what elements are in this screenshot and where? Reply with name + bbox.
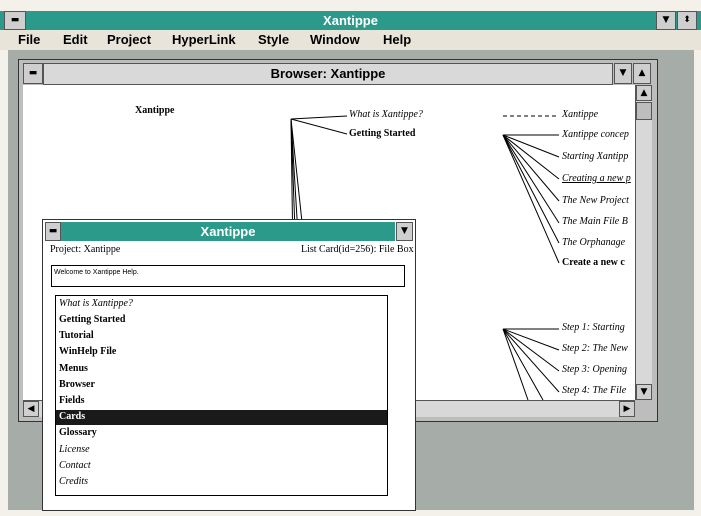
node-right-top-2[interactable]: Starting Xantipp [562, 151, 628, 162]
menu-style[interactable]: Style [258, 32, 289, 47]
node-right-top-7[interactable]: Create a new c [562, 257, 625, 268]
card-project-label: Project: Xantippe [50, 244, 121, 255]
menu-window[interactable]: Window [310, 32, 360, 47]
list-selection-highlight [56, 410, 387, 425]
system-menu-icon[interactable]: ▬ [4, 11, 26, 30]
minimize-icon[interactable]: ▼ [656, 11, 676, 30]
card-system-menu-icon[interactable]: ▬ [45, 222, 61, 241]
list-item[interactable]: Getting Started [59, 314, 125, 325]
node-right-top-3[interactable]: Creating a new p [562, 173, 631, 184]
browser-system-menu-icon[interactable]: ▬ [23, 63, 43, 84]
node-right-bottom-1[interactable]: Step 2: The New [562, 343, 628, 354]
list-item[interactable]: Contact [59, 460, 91, 471]
list-item[interactable]: Browser [59, 379, 95, 390]
list-item[interactable]: Fields [59, 395, 85, 406]
node-getting-started[interactable]: Getting Started [349, 128, 415, 139]
node-root[interactable]: Xantippe [135, 105, 174, 116]
scroll-down-icon[interactable]: ▼ [636, 384, 652, 400]
list-item[interactable]: What is Xantippe? [59, 298, 133, 309]
browser-maximize-icon[interactable]: ▲ [633, 63, 651, 84]
browser-minimize-icon[interactable]: ▼ [614, 63, 632, 84]
card-title-bar[interactable]: Xantippe [61, 222, 395, 241]
card-minimize-icon[interactable]: ▼ [396, 222, 413, 241]
scroll-left-icon[interactable]: ◀ [23, 401, 39, 417]
list-item[interactable]: License [59, 444, 90, 455]
restore-icon[interactable]: ⬍ [677, 11, 697, 30]
list-item[interactable]: Glossary [59, 427, 97, 438]
menu-edit[interactable]: Edit [63, 32, 88, 47]
list-item[interactable]: WinHelp File [59, 346, 116, 357]
menu-project[interactable]: Project [107, 32, 151, 47]
card-list-box[interactable]: What is Xantippe? Getting Started Tutori… [55, 295, 388, 496]
scroll-thumb[interactable] [636, 102, 652, 120]
node-right-bottom-0[interactable]: Step 1: Starting [562, 322, 625, 333]
browser-title-bar[interactable]: Browser: Xantippe [43, 63, 613, 85]
card-id-label: List Card(id=256): File Box [301, 244, 414, 255]
list-item[interactable]: Cards [59, 411, 85, 422]
node-right-bottom-2[interactable]: Step 3: Opening [562, 364, 627, 375]
menu-file[interactable]: File [18, 32, 40, 47]
scroll-right-icon[interactable]: ▶ [619, 401, 635, 417]
menu-hyperlink[interactable]: HyperLink [172, 32, 236, 47]
list-item[interactable]: Tutorial [59, 330, 94, 341]
list-item[interactable]: Menus [59, 363, 88, 374]
menu-help[interactable]: Help [383, 32, 411, 47]
card-title: Xantippe [200, 224, 256, 239]
node-right-top-4[interactable]: The New Project [562, 195, 629, 206]
main-title: Xantippe [323, 13, 378, 28]
menu-bar: File Edit Project HyperLink Style Window… [0, 30, 701, 50]
node-right-top-0[interactable]: Xantippe [562, 109, 598, 120]
scroll-up-icon[interactable]: ▲ [636, 85, 652, 101]
card-text-field-value: Welcome to Xantippe Help. [54, 269, 139, 276]
node-right-top-5[interactable]: The Main File B [562, 216, 628, 227]
browser-title: Browser: Xantippe [270, 66, 386, 81]
list-item[interactable]: Credits [59, 476, 88, 487]
main-title-bar[interactable]: Xantippe [0, 11, 701, 30]
card-text-field[interactable]: Welcome to Xantippe Help. [51, 265, 405, 287]
node-right-top-6[interactable]: The Orphanage [562, 237, 625, 248]
node-right-bottom-3[interactable]: Step 4: The File [562, 385, 626, 396]
node-what-is[interactable]: What is Xantippe? [349, 109, 423, 120]
card-window: Xantippe ▬ ▼ Project: Xantippe List Card… [42, 219, 416, 511]
node-right-top-1[interactable]: Xantippe concep [562, 129, 629, 140]
browser-vertical-scrollbar[interactable]: ▲ ▼ [635, 85, 652, 400]
